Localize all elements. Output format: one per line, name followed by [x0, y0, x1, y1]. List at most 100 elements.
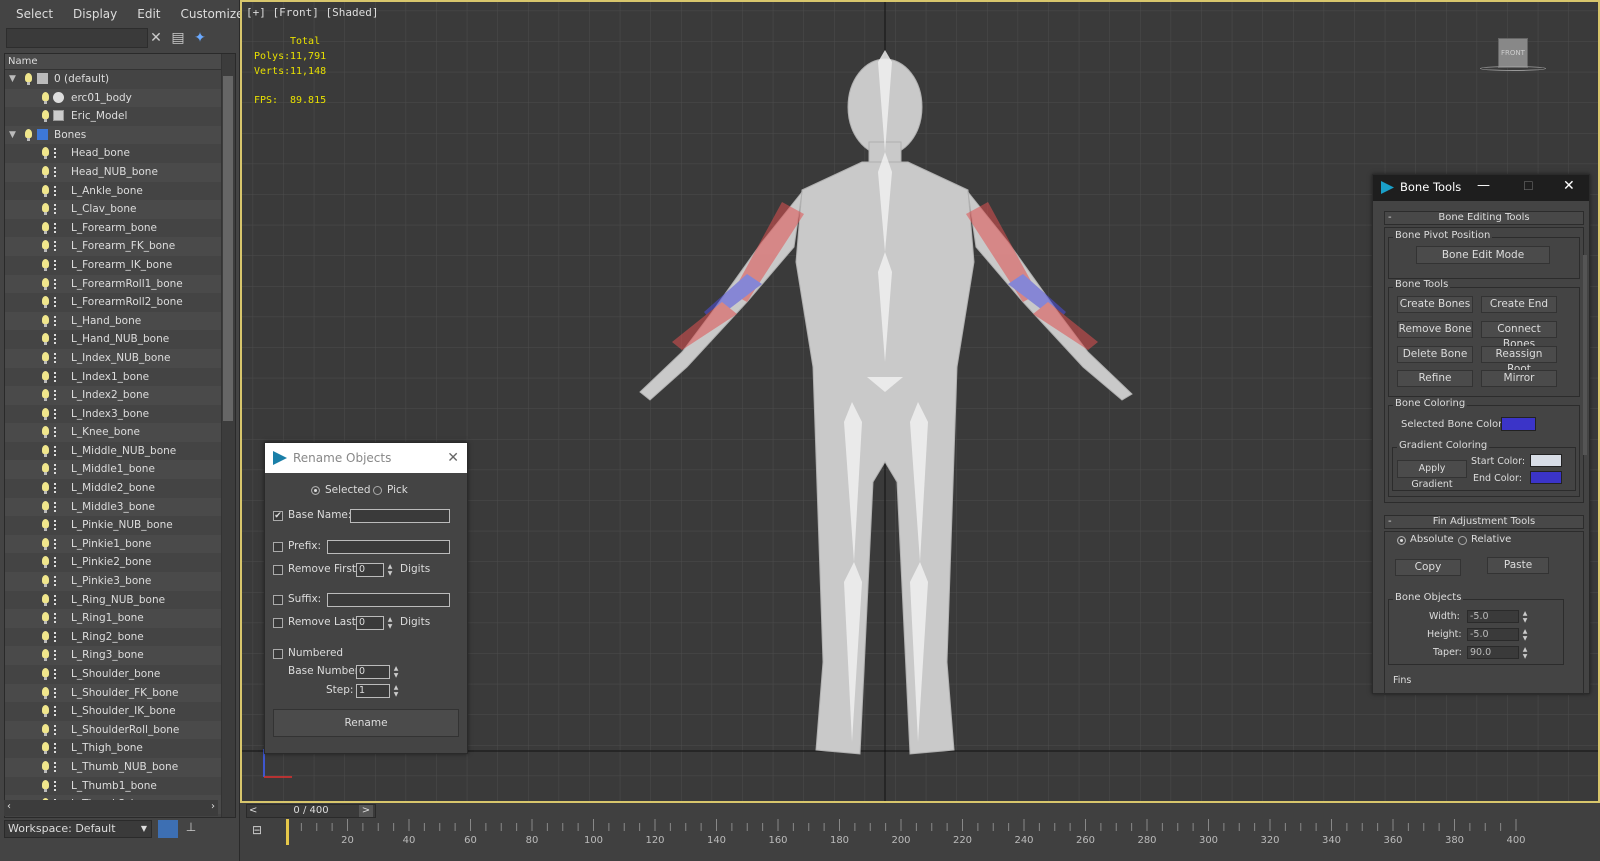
visibility-bulb-icon[interactable] — [42, 426, 49, 439]
tree-row[interactable]: L_Pinkie_NUB_bone — [5, 516, 235, 535]
layer-explorer-icon[interactable] — [158, 820, 178, 838]
base-name-checkbox[interactable]: ✔ — [273, 511, 283, 521]
rename-dialog-titlebar[interactable]: Rename Objects ✕ — [265, 443, 467, 473]
chevron-left-icon[interactable]: < — [249, 805, 257, 817]
visibility-bulb-icon[interactable] — [42, 668, 49, 680]
workspace-dropdown[interactable]: Workspace: Default ▼ — [4, 820, 152, 838]
connect-bones-button[interactable]: Connect Bones — [1481, 321, 1557, 350]
tree-row[interactable]: L_Middle_NUB_bone — [5, 442, 235, 461]
tree-row[interactable]: erc01_body — [5, 88, 235, 108]
tree-scroll-thumb[interactable] — [223, 76, 233, 421]
tree-row[interactable]: L_Thumb1_bone — [5, 777, 235, 796]
spinner-arrows-icon[interactable]: ▲ ▼ — [1521, 646, 1529, 660]
visibility-bulb-icon[interactable] — [42, 686, 49, 699]
visibility-bulb-icon[interactable] — [42, 649, 49, 662]
close-icon[interactable]: ✕ — [146, 28, 166, 48]
tree-row[interactable]: ▼ Bones — [5, 125, 235, 145]
maximize-icon[interactable]: ☐ — [1523, 179, 1534, 193]
tree-row[interactable]: L_Forearm_IK_bone — [5, 256, 235, 275]
remove-first-spinner[interactable]: 0 — [356, 563, 384, 577]
pick-radio[interactable] — [373, 486, 382, 495]
visibility-bulb-icon[interactable] — [42, 351, 49, 364]
refine-button[interactable]: Refine — [1397, 370, 1473, 387]
tree-row[interactable]: ▼ 0 (default) — [5, 70, 235, 89]
spinner-arrows-icon[interactable]: ▲ ▼ — [386, 563, 394, 577]
visibility-bulb-icon[interactable] — [42, 463, 49, 476]
visibility-bulb-icon[interactable] — [42, 537, 49, 550]
add-layer-icon[interactable]: ✦ — [190, 28, 210, 48]
time-cursor[interactable] — [286, 819, 289, 845]
fin-adjustment-rollout[interactable]: - Fin Adjustment Tools — [1384, 515, 1584, 529]
visibility-bulb-icon[interactable] — [42, 184, 49, 197]
base-name-input[interactable] — [350, 509, 450, 523]
create-end-button[interactable]: Create End — [1481, 296, 1557, 313]
visibility-bulb-icon[interactable] — [42, 723, 49, 736]
visibility-bulb-icon[interactable] — [42, 593, 49, 606]
base-number-spinner[interactable]: 0 — [356, 665, 390, 679]
viewport-label[interactable]: [+] [Front] [Shaded] — [246, 6, 378, 19]
tree-row[interactable]: L_Ring3_bone — [5, 646, 235, 665]
tree-row[interactable]: L_Pinkie1_bone — [5, 534, 235, 554]
visibility-bulb-icon[interactable] — [42, 221, 49, 234]
hierarchy-icon[interactable]: ⊥ — [182, 820, 200, 838]
reassign-root-button[interactable]: Reassign Root — [1481, 346, 1557, 375]
expand-icon[interactable]: ▼ — [9, 126, 16, 145]
menu-edit[interactable]: Edit — [127, 7, 170, 21]
chevron-left-icon[interactable]: ‹ — [7, 801, 11, 812]
visibility-bulb-icon[interactable] — [42, 147, 49, 160]
tree-row[interactable]: L_ForearmRoll1_bone — [5, 274, 235, 294]
remove-bone-button[interactable]: Remove Bone — [1397, 321, 1473, 338]
tree-row[interactable]: L_ForearmRoll2_bone — [5, 293, 235, 312]
spinner-arrows-icon[interactable]: ▲ ▼ — [386, 616, 394, 630]
menu-select[interactable]: Select — [6, 7, 63, 21]
visibility-bulb-icon[interactable] — [42, 500, 49, 513]
taper-spinner[interactable]: 90.0 — [1467, 646, 1519, 659]
visibility-bulb-icon[interactable] — [42, 742, 49, 755]
tree-row[interactable]: Eric_Model — [5, 107, 235, 126]
search-input[interactable] — [6, 28, 148, 48]
numbered-checkbox[interactable] — [273, 649, 283, 659]
width-spinner[interactable]: -5.0 — [1467, 610, 1519, 623]
visibility-bulb-icon[interactable] — [42, 203, 49, 216]
tree-row[interactable]: L_Index3_bone — [5, 405, 235, 424]
key-mode-icon[interactable]: ⊟ — [252, 823, 270, 837]
tree-row[interactable]: L_Pinkie3_bone — [5, 572, 235, 591]
visibility-bulb-icon[interactable] — [42, 240, 49, 253]
rename-button[interactable]: Rename — [273, 709, 459, 737]
bone-editing-tools-rollout[interactable]: - Bone Editing Tools — [1384, 211, 1584, 225]
spinner-arrows-icon[interactable]: ▲ ▼ — [1521, 628, 1529, 642]
menu-display[interactable]: Display — [63, 7, 127, 21]
time-slider[interactable]: < 0 / 400 > — [246, 804, 376, 818]
visibility-bulb-icon[interactable] — [42, 444, 49, 457]
visibility-bulb-icon[interactable] — [42, 110, 49, 123]
close-icon[interactable]: ✕ — [447, 443, 459, 473]
tree-row[interactable]: L_Clav_bone — [5, 200, 235, 219]
visibility-bulb-icon[interactable] — [42, 296, 49, 309]
absolute-radio[interactable] — [1397, 536, 1406, 545]
visibility-bulb-icon[interactable] — [42, 760, 49, 773]
suffix-checkbox[interactable] — [273, 595, 283, 605]
mirror-button[interactable]: Mirror — [1481, 370, 1557, 387]
visibility-bulb-icon[interactable] — [25, 128, 32, 141]
bone-tools-scrollbar[interactable] — [1583, 255, 1587, 455]
timeline-ruler[interactable]: 0204060801001201401601802002202402602803… — [286, 819, 1600, 847]
tree-row[interactable]: L_Ring2_bone — [5, 628, 235, 647]
visibility-bulb-icon[interactable] — [42, 556, 49, 569]
visibility-bulb-icon[interactable] — [25, 73, 32, 85]
spinner-arrows-icon[interactable]: ▲ ▼ — [392, 665, 400, 679]
visibility-bulb-icon[interactable] — [42, 630, 49, 643]
tree-horizontal-scrollbar[interactable]: ‹ › — [4, 800, 218, 816]
spinner-arrows-icon[interactable]: ▲ ▼ — [392, 684, 400, 698]
tree-row[interactable]: L_Hand_bone — [5, 311, 235, 331]
visibility-bulb-icon[interactable] — [42, 277, 49, 290]
relative-radio[interactable] — [1458, 536, 1467, 545]
bone-edit-mode-button[interactable]: Bone Edit Mode — [1416, 246, 1550, 264]
tree-row[interactable]: L_Middle1_bone — [5, 460, 235, 480]
step-spinner[interactable]: 1 — [356, 684, 390, 698]
tree-row[interactable]: L_Index_NUB_bone — [5, 348, 235, 368]
end-color-swatch[interactable] — [1530, 471, 1562, 484]
viewcube-ring[interactable] — [1480, 66, 1546, 71]
tree-header-name[interactable]: Name — [5, 54, 235, 70]
tree-row[interactable]: L_Pinkie2_bone — [5, 553, 235, 572]
visibility-bulb-icon[interactable] — [42, 612, 49, 625]
